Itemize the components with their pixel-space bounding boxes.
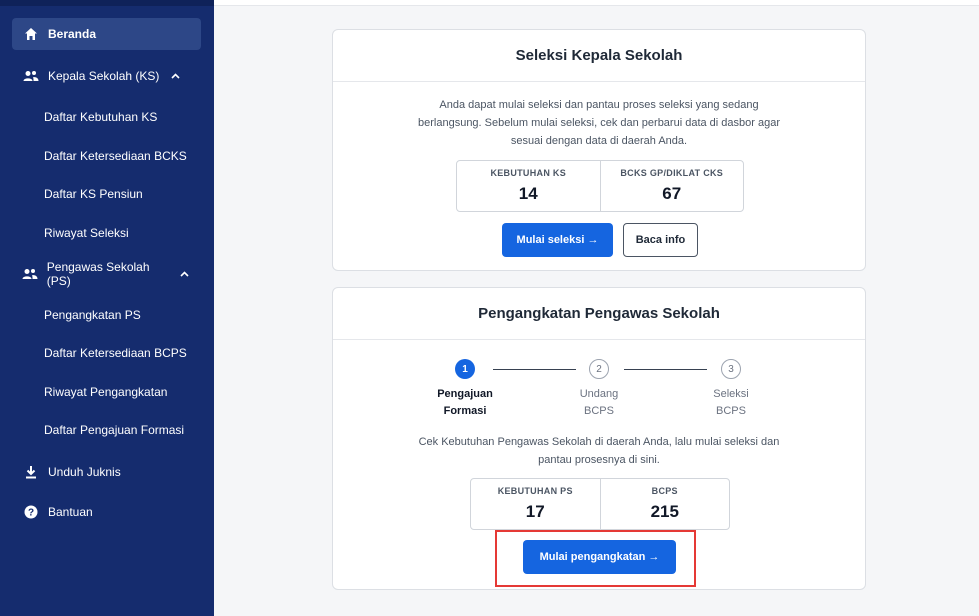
description-line: berlangsung. Sebelum mulai seleksi, cek … <box>418 117 780 129</box>
sidebar-item-label: Unduh Juknis <box>48 465 121 479</box>
sidebar-item-riwayat-seleksi[interactable]: Riwayat Seleksi <box>44 221 204 245</box>
pengangkatan-stats: KEBUTUHAN PS 17 BCPS 215 <box>470 478 730 530</box>
sidebar-item-pengangkatan-ps[interactable]: Pengangkatan PS <box>44 303 204 327</box>
description-line: Cek Kebutuhan Pengawas Sekolah di daerah… <box>418 436 780 448</box>
card-description: Cek Kebutuhan Pengawas Sekolah di daerah… <box>333 433 865 469</box>
stat-bcks: BCKS GP/DIKLAT CKS 67 <box>599 161 744 211</box>
sidebar-top-strip <box>0 0 214 6</box>
step-2-label: Undang BCPS <box>559 386 639 420</box>
baca-info-button[interactable]: Baca info <box>623 223 698 257</box>
sidebar-item-label: Pengangkatan PS <box>44 308 141 322</box>
description-line: pantau prosesnya di sini. <box>538 454 660 466</box>
sidebar-group-label: Pengawas Sekolah (PS) <box>46 260 150 288</box>
sidebar-item-label: Riwayat Seleksi <box>44 226 129 240</box>
stat-value: 14 <box>518 184 538 203</box>
stat-label: BCKS GP/DIKLAT CKS <box>620 168 724 178</box>
sidebar-item-label: Riwayat Pengangkatan <box>44 385 168 399</box>
sidebar-item-daftar-ks-pensiun[interactable]: Daftar KS Pensiun <box>44 182 204 206</box>
sidebar-item-label: Daftar Kebutuhan KS <box>44 110 158 124</box>
seleksi-kepala-sekolah-card: Seleksi Kepala Sekolah Anda dapat mulai … <box>332 29 866 271</box>
stat-label: BCPS <box>651 486 678 496</box>
stat-value: 67 <box>662 184 682 203</box>
sidebar-item-label: Daftar Pengajuan Formasi <box>44 423 185 437</box>
sidebar-group-label: Kepala Sekolah (KS) <box>48 69 160 83</box>
svg-text:?: ? <box>28 508 34 519</box>
description-line: Anda dapat mulai seleksi dan pantau pros… <box>439 99 759 111</box>
description-line: sesuai dengan data di daerah Anda. <box>510 135 688 147</box>
sidebar-item-label: Daftar KS Pensiun <box>44 187 143 201</box>
stat-value: 17 <box>525 502 545 521</box>
step-3-indicator: 3 <box>721 359 741 379</box>
home-icon <box>22 25 40 43</box>
sidebar-item-label: Daftar Ketersediaan BCPS <box>44 346 187 360</box>
sidebar-item-bantuan[interactable]: ? Bantuan <box>12 496 201 528</box>
stat-bcps: BCPS 215 <box>599 479 730 529</box>
card-title: Pengangkatan Pengawas Sekolah <box>333 288 865 340</box>
users-icon <box>22 265 39 283</box>
sidebar-item-unduh-juknis[interactable]: Unduh Juknis <box>12 456 201 488</box>
highlight-box <box>495 530 696 587</box>
top-bar <box>214 0 979 6</box>
step-label-line: BCPS <box>584 405 614 417</box>
users-icon <box>22 67 40 85</box>
step-label-line: BCPS <box>716 405 746 417</box>
stat-kebutuhan-ps: KEBUTUHAN PS 17 <box>471 479 600 529</box>
step-1-indicator: 1 <box>455 359 475 379</box>
sidebar-item-daftar-kebutuhan-ks[interactable]: Daftar Kebutuhan KS <box>44 105 204 129</box>
step-label-line: Formasi <box>443 405 487 417</box>
download-icon <box>22 463 40 481</box>
chevron-up-icon <box>171 71 180 82</box>
step-connector <box>493 369 576 370</box>
seleksi-stats: KEBUTUHAN KS 14 BCKS GP/DIKLAT CKS 67 <box>456 160 744 212</box>
sidebar-item-label: Daftar Ketersediaan BCKS <box>44 149 187 163</box>
card-description: Anda dapat mulai seleksi dan pantau pros… <box>333 96 865 150</box>
sidebar-item-daftar-pengajuan-formasi[interactable]: Daftar Pengajuan Formasi <box>44 418 204 442</box>
stat-value: 215 <box>650 502 679 521</box>
sidebar-item-label: Bantuan <box>48 505 93 519</box>
sidebar-item-beranda[interactable]: Beranda <box>12 18 201 50</box>
step-label-line: Seleksi <box>713 388 749 400</box>
help-icon: ? <box>22 503 40 521</box>
mulai-seleksi-button[interactable]: Mulai seleksi → <box>502 223 613 257</box>
sidebar-item-label: Beranda <box>48 27 97 41</box>
step-label-line: Undang <box>579 388 619 400</box>
step-3-label: Seleksi BCPS <box>691 386 771 420</box>
sidebar-item-riwayat-pengangkatan[interactable]: Riwayat Pengangkatan <box>44 380 204 404</box>
step-2-indicator: 2 <box>589 359 609 379</box>
stat-label: KEBUTUHAN PS <box>497 486 573 496</box>
sidebar-item-daftar-ketersediaan-bcks[interactable]: Daftar Ketersediaan BCKS <box>44 144 204 168</box>
chevron-up-icon <box>180 269 189 280</box>
card-title: Seleksi Kepala Sekolah <box>333 30 865 82</box>
sidebar: Beranda Kepala Sekolah (KS) Daftar Kebut… <box>0 0 214 616</box>
step-label-line: Pengajuan <box>437 388 493 400</box>
stat-kebutuhan-ks: KEBUTUHAN KS 14 <box>457 161 600 211</box>
sidebar-group-kepala-sekolah[interactable]: Kepala Sekolah (KS) <box>12 60 201 92</box>
step-connector <box>624 369 707 370</box>
step-1-label: Pengajuan Formasi <box>425 386 505 420</box>
stat-label: KEBUTUHAN KS <box>490 168 567 178</box>
sidebar-item-daftar-ketersediaan-bcps[interactable]: Daftar Ketersediaan BCPS <box>44 341 204 365</box>
sidebar-group-pengawas-sekolah[interactable]: Pengawas Sekolah (PS) <box>12 258 201 290</box>
